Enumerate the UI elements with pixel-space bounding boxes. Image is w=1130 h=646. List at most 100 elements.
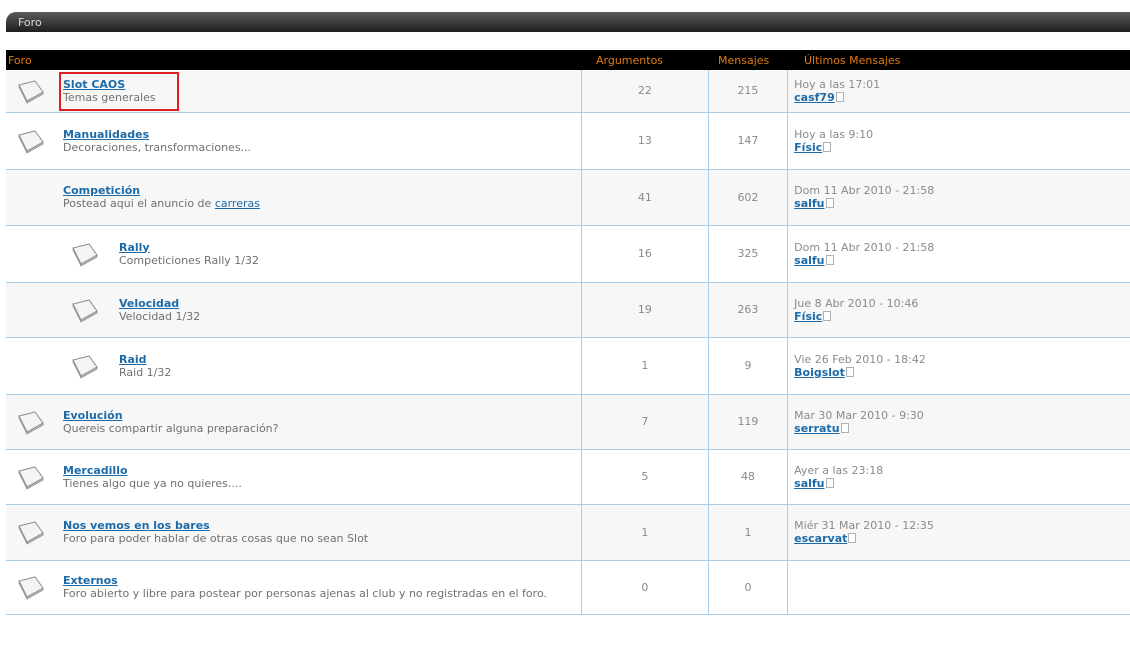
goto-last-post-icon[interactable] (825, 477, 834, 488)
goto-last-post-icon[interactable] (825, 254, 834, 265)
last-post-user-link[interactable]: Físic (794, 141, 822, 154)
forum-cell: Nos vemos en los bares Foro para poder h… (6, 504, 583, 561)
goto-last-post-icon[interactable] (825, 198, 834, 208)
last-post-user-link[interactable]: serratu (794, 422, 839, 435)
forum-link[interactable]: Mercadillo (63, 464, 242, 477)
forum-text: Raid Raid 1/32 (119, 353, 171, 379)
posts-count: 263 (708, 282, 789, 338)
posts-count: 9 (708, 337, 789, 395)
forum-cell: Mercadillo Tienes algo que ya no quieres… (6, 449, 583, 505)
forum-link[interactable]: Externos (63, 574, 547, 587)
forum-folder-icon (72, 354, 98, 379)
spacer (6, 32, 1130, 50)
goto-last-post-icon[interactable] (845, 366, 854, 377)
last-post-author: salfu (794, 254, 1129, 267)
forum-link[interactable]: Slot CAOS (63, 78, 156, 91)
last-post: Dom 11 Abr 2010 - 21:58 salfu (787, 225, 1130, 283)
posts-count: 0 (708, 560, 789, 615)
header-forum: Foro (8, 54, 32, 67)
forum-row: Velocidad Velocidad 1/32 19 263 Jue 8 Ab… (6, 282, 1130, 338)
forum-description: Decoraciones, transformaciones... (63, 140, 252, 154)
last-post-author: serratu (794, 422, 1129, 435)
forum-link[interactable]: Evolución (63, 409, 278, 422)
forum-link[interactable]: Competición (63, 184, 260, 197)
forum-cell: Slot CAOS Temas generales (6, 70, 583, 113)
last-post-user-link[interactable]: escarvat (794, 532, 847, 545)
last-post-author: salfu (794, 477, 1129, 490)
forum-table: Slot CAOS Temas generales 22 215 Hoy a l… (6, 70, 1130, 615)
last-post-date: Miér 31 Mar 2010 - 12:35 (794, 519, 934, 532)
last-post-user-link[interactable]: salfu (794, 477, 824, 490)
description-link[interactable]: carreras (215, 197, 260, 210)
last-post: Jue 8 Abr 2010 - 10:46 Físic (787, 282, 1130, 338)
forum-cell: Velocidad Velocidad 1/32 (6, 282, 583, 338)
forum-link[interactable]: Raid (119, 353, 171, 366)
last-post-user-link[interactable]: casf79 (794, 91, 835, 104)
forum-index: Foro Foro Argumentos Mensajes Últimos Me… (0, 0, 1130, 646)
forum-cell: Externos Foro abierto y libre para poste… (6, 560, 583, 615)
last-post-author: Físic (794, 310, 1129, 323)
forum-link[interactable]: Rally (119, 241, 259, 254)
forum-row: Competición Postead aqui el anuncio de c… (6, 169, 1130, 226)
forum-description: Quereis compartir alguna preparación? (63, 421, 279, 435)
forum-link[interactable]: Manualidades (63, 128, 251, 141)
topics-count: 41 (581, 169, 709, 226)
goto-last-post-icon[interactable] (835, 91, 844, 102)
posts-count: 215 (708, 70, 789, 113)
last-post-author: salfu (794, 197, 1129, 210)
forum-description: Tienes algo que ya no quieres.... (63, 476, 242, 490)
category-bar: Foro (6, 12, 1130, 32)
forum-row: Raid Raid 1/32 1 9 Vie 26 Feb 2010 - 18:… (6, 337, 1130, 395)
forum-description: Competiciones Rally 1/32 (119, 253, 260, 267)
forum-cell: Manualidades Decoraciones, transformacio… (6, 112, 583, 170)
forum-row: Evolución Quereis compartir alguna prepa… (6, 394, 1130, 450)
forum-cell: Rally Competiciones Rally 1/32 (6, 225, 583, 283)
last-post-date: Dom 11 Abr 2010 - 21:58 (794, 240, 935, 254)
goto-last-post-icon[interactable] (840, 422, 849, 433)
forum-folder-icon (72, 242, 98, 267)
posts-count: 48 (708, 449, 789, 505)
last-post-user-link[interactable]: Boigslot (794, 366, 845, 379)
last-post-date: Jue 8 Abr 2010 - 10:46 (794, 296, 919, 310)
forum-link[interactable]: Velocidad (119, 297, 200, 310)
forum-text: Nos vemos en los bares Foro para poder h… (63, 519, 368, 545)
topics-count: 19 (581, 282, 709, 338)
last-post: Hoy a las 17:01 casf79 (787, 70, 1130, 113)
forum-row: Slot CAOS Temas generales 22 215 Hoy a l… (6, 70, 1130, 113)
posts-count: 1 (708, 504, 789, 561)
forum-folder-icon (18, 410, 44, 435)
topics-count: 13 (581, 112, 709, 170)
forum-text: Velocidad Velocidad 1/32 (119, 297, 200, 323)
last-post: Mar 30 Mar 2010 - 9:30 serratu (787, 394, 1130, 450)
posts-count: 602 (708, 169, 789, 226)
forum-text: Manualidades Decoraciones, transformacio… (63, 128, 251, 154)
forum-cell: Evolución Quereis compartir alguna prepa… (6, 394, 583, 450)
posts-count: 119 (708, 394, 789, 450)
forum-folder-icon (72, 298, 98, 323)
goto-last-post-icon[interactable] (823, 310, 832, 321)
topics-count: 1 (581, 337, 709, 395)
table-header: Foro Argumentos Mensajes Últimos Mensaje… (6, 50, 1130, 70)
last-post (787, 560, 1130, 615)
goto-last-post-icon[interactable] (823, 141, 832, 152)
forum-link[interactable]: Nos vemos en los bares (63, 519, 368, 532)
forum-row: Manualidades Decoraciones, transformacio… (6, 112, 1130, 170)
last-post-author: escarvat (794, 532, 1129, 545)
posts-count: 325 (708, 225, 789, 283)
forum-description: Velocidad 1/32 (119, 309, 201, 323)
posts-count: 147 (708, 112, 789, 170)
last-post-user-link[interactable]: Físic (794, 310, 822, 323)
last-post-user-link[interactable]: salfu (794, 197, 824, 210)
forum-description: Postead aqui el anuncio de carreras (63, 197, 260, 210)
last-post-date: Ayer a las 23:18 (794, 463, 884, 477)
last-post-user-link[interactable]: salfu (794, 254, 824, 267)
last-post: Hoy a las 9:10 Físic (787, 112, 1130, 170)
goto-last-post-icon[interactable] (848, 533, 857, 543)
forum-folder-icon (18, 465, 44, 490)
topics-count: 1 (581, 504, 709, 561)
forum-description-text: Postead aqui el anuncio de (63, 197, 215, 210)
forum-text: Slot CAOS Temas generales (63, 78, 156, 104)
last-post-date: Vie 26 Feb 2010 - 18:42 (794, 352, 926, 366)
last-post: Miér 31 Mar 2010 - 12:35 escarvat (787, 504, 1130, 561)
last-post: Ayer a las 23:18 salfu (787, 449, 1130, 505)
